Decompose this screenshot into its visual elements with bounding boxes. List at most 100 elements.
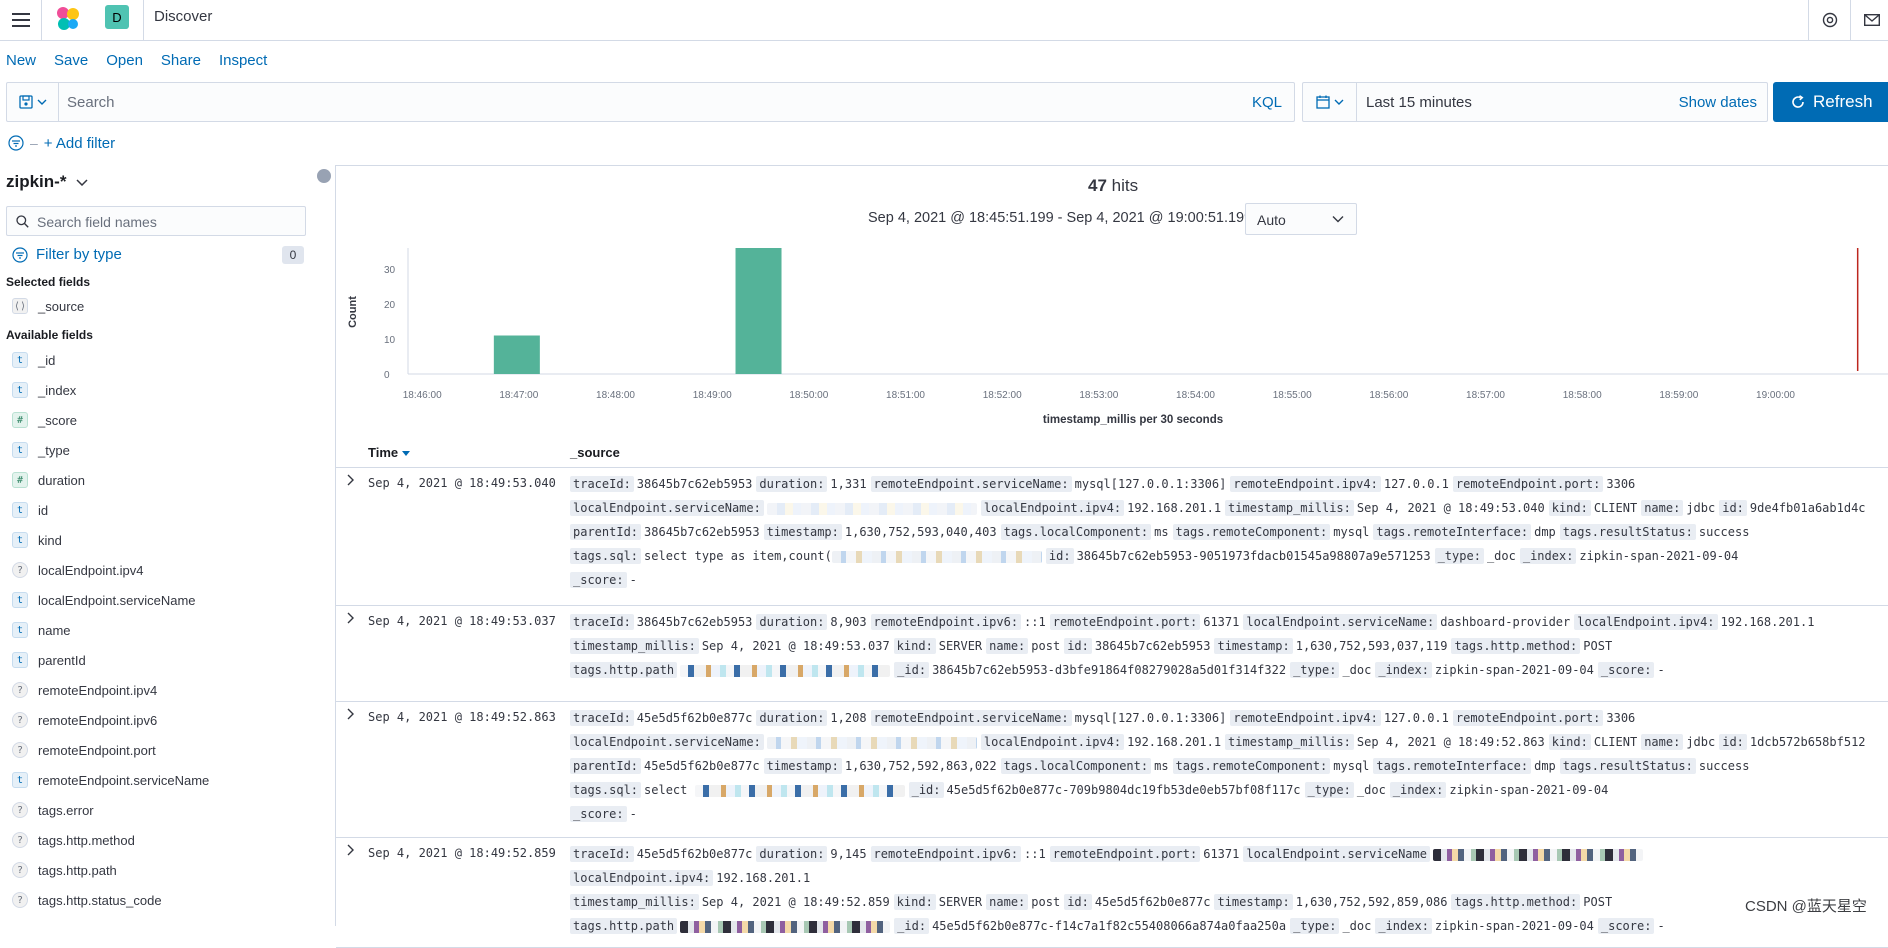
source-key: timestamp_millis: — [1225, 734, 1354, 750]
source-value: _doc — [1356, 783, 1386, 797]
filter-by-type-button[interactable]: Filter by type 0 — [12, 246, 304, 266]
top-nav-menu: New Save Open Share Inspect — [0, 52, 279, 72]
source-key: _score: — [1597, 662, 1655, 678]
source-value: zipkin-span-2021-09-04 — [1434, 663, 1594, 677]
filter-options-icon[interactable] — [8, 135, 24, 151]
help-button[interactable] — [1808, 0, 1850, 40]
index-pattern-selector[interactable]: zipkin-* — [6, 172, 88, 192]
source-value: SERVER — [938, 639, 983, 653]
refresh-label: Refresh — [1813, 92, 1873, 111]
source-value: 45e5d5f62b0e877c — [1094, 895, 1211, 909]
help-icon — [1822, 12, 1837, 28]
table-row[interactable]: Sep 4, 2021 @ 18:49:53.037 traceId: 38645b… — [336, 606, 1888, 702]
nav-inspect[interactable]: Inspect — [219, 52, 267, 72]
source-field: _score: - — [1597, 662, 1665, 678]
refresh-button[interactable]: Refresh — [1773, 82, 1888, 122]
field-type-string-icon: t — [12, 652, 28, 668]
sidebar-field-duration[interactable]: # duration — [12, 470, 85, 490]
sidebar-field-id[interactable]: t id — [12, 500, 48, 520]
sidebar-field--id[interactable]: t _id — [12, 350, 55, 370]
field-type-string-icon: t — [12, 592, 28, 608]
field-search-input[interactable]: Search field names — [6, 206, 306, 236]
source-field: tags.localComponent: ms — [1000, 758, 1169, 774]
quick-select-button[interactable] — [1303, 83, 1357, 121]
source-field: tags.resultStatus: success — [1559, 758, 1749, 774]
source-key: localEndpoint.serviceName: — [570, 500, 764, 516]
search-icon — [16, 215, 29, 228]
search-input[interactable]: Search — [67, 94, 115, 111]
sidebar-field-tags-http-status-code[interactable]: ? tags.http.status_code — [12, 890, 162, 910]
sidebar-field--index[interactable]: t _index — [12, 380, 76, 400]
field-type-string-icon: t — [12, 772, 28, 788]
field-name: localEndpoint.serviceName — [38, 592, 196, 608]
sidebar-field--score[interactable]: # _score — [12, 410, 77, 430]
source-key: tags.remoteInterface: — [1373, 524, 1532, 540]
collapse-sidebar-icon[interactable] — [317, 169, 331, 183]
source-key: name: — [986, 638, 1029, 654]
table-row[interactable]: Sep 4, 2021 @ 18:49:52.859 traceId: 45e5d5… — [336, 838, 1888, 948]
sidebar-field-localendpoint-ipv4[interactable]: ? localEndpoint.ipv4 — [12, 560, 144, 580]
source-field: timestamp_millis: Sep 4, 2021 @ 18:49:52.… — [1225, 734, 1545, 750]
nav-save[interactable]: Save — [54, 52, 88, 72]
sidebar-field-parentid[interactable]: t parentId — [12, 650, 86, 670]
source-field: _type: _doc — [1304, 782, 1386, 798]
sidebar-field--type[interactable]: t _type — [12, 440, 70, 460]
field-name: tags.http.method — [38, 832, 135, 848]
show-dates-link[interactable]: Show dates — [1679, 94, 1757, 111]
table-row[interactable]: Sep 4, 2021 @ 18:49:53.040 traceId: 38645b… — [336, 468, 1888, 606]
x-tick-label: 18:58:00 — [1563, 390, 1602, 401]
redacted-value — [766, 502, 977, 515]
sidebar-field-tags-http-path[interactable]: ? tags.http.path — [12, 860, 117, 880]
source-field: timestamp: 1,630,752,592,859,086 — [1214, 894, 1448, 910]
source-value: mysql[127.0.0.1:3306] — [1074, 477, 1227, 491]
y-axis-label: Count — [347, 296, 359, 328]
expand-row-icon[interactable] — [346, 612, 356, 624]
saved-query-button[interactable] — [7, 83, 59, 121]
nav-share[interactable]: Share — [161, 52, 201, 72]
source-value: mysql[127.0.0.1:3306] — [1074, 711, 1227, 725]
expand-row-icon[interactable] — [346, 474, 356, 486]
source-key: timestamp_millis: — [570, 894, 699, 910]
source-field: _index: zipkin-span-2021-09-04 — [1375, 662, 1594, 678]
refresh-icon — [1792, 95, 1804, 108]
sidebar-field-tags-http-method[interactable]: ? tags.http.method — [12, 830, 135, 850]
time-range-label[interactable]: Last 15 minutes — [1366, 94, 1472, 111]
nav-new[interactable]: New — [6, 52, 36, 72]
table-row[interactable]: Sep 4, 2021 @ 18:49:52.863 traceId: 45e5d5… — [336, 702, 1888, 838]
expand-row-icon[interactable] — [346, 708, 356, 720]
sidebar-field--source[interactable]: ⟨⟩ _source — [12, 296, 84, 316]
sidebar-field-remoteendpoint-servicename[interactable]: t remoteEndpoint.serviceName — [12, 770, 209, 790]
space-avatar[interactable]: D — [105, 5, 129, 29]
source-value: jdbc — [1686, 501, 1716, 515]
elastic-logo-icon[interactable] — [54, 5, 82, 33]
source-value — [766, 735, 977, 749]
nav-open[interactable]: Open — [106, 52, 143, 72]
source-field: remoteEndpoint.ipv4: 127.0.0.1 — [1230, 710, 1449, 726]
interval-select[interactable]: Auto — [1245, 203, 1357, 235]
sidebar-field-name[interactable]: t name — [12, 620, 71, 640]
sidebar-field-remoteendpoint-port[interactable]: ? remoteEndpoint.port — [12, 740, 156, 760]
time-column-header[interactable]: Time — [368, 445, 410, 460]
source-field: parentId: 38645b7c62eb5953 — [570, 524, 760, 540]
expand-row-icon[interactable] — [346, 844, 356, 856]
sidebar-field-remoteendpoint-ipv6[interactable]: ? remoteEndpoint.ipv6 — [12, 710, 157, 730]
source-line: localEndpoint.serviceName: localEndpoint.… — [570, 496, 1880, 520]
sidebar-field-tags-error[interactable]: ? tags.error — [12, 800, 94, 820]
sidebar-field-localendpoint-servicename[interactable]: t localEndpoint.serviceName — [12, 590, 196, 610]
sidebar-field-remoteendpoint-ipv4[interactable]: ? remoteEndpoint.ipv4 — [12, 680, 157, 700]
source-value — [680, 663, 891, 677]
source-field: tags.remoteInterface: dmp — [1373, 758, 1556, 774]
menu-button[interactable] — [0, 0, 42, 40]
source-field: _id: 45e5d5f62b0e877c-f14c7a1f82c55408066… — [894, 918, 1286, 934]
source-value: 8,903 — [830, 615, 867, 629]
query-language-toggle[interactable]: KQL — [1252, 94, 1282, 111]
source-value: 1,630,752,592,859,086 — [1295, 895, 1448, 909]
source-field: timestamp: 1,630,752,593,040,403 — [763, 524, 997, 540]
source-value: CLIENT — [1593, 735, 1638, 749]
source-value: zipkin-span-2021-09-04 — [1449, 783, 1609, 797]
newsfeed-button[interactable] — [1850, 0, 1888, 40]
x-axis-label: timestamp_millis per 30 seconds — [1043, 414, 1223, 426]
x-tick-label: 18:50:00 — [789, 390, 828, 401]
sidebar-field-kind[interactable]: t kind — [12, 530, 62, 550]
add-filter-button[interactable]: + Add filter — [44, 135, 115, 152]
